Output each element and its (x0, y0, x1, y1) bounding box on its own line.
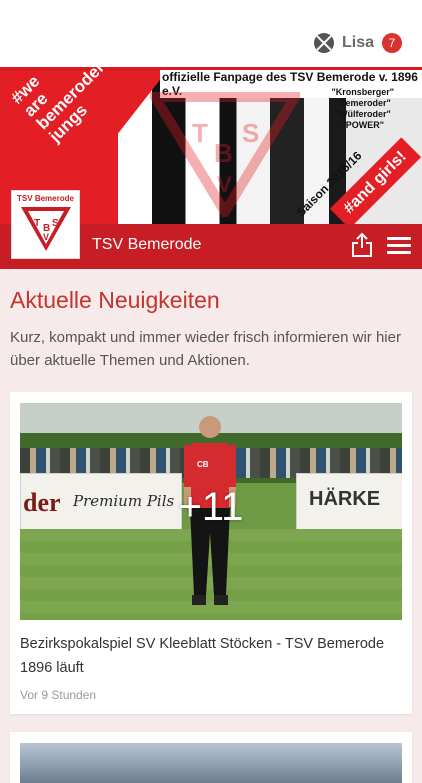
main-content: Aktuelle Neuigkeiten Kurz, kompakt und i… (0, 269, 422, 783)
menu-line (387, 244, 411, 247)
page-title: Aktuelle Neuigkeiten (10, 287, 220, 313)
crest-watermark-icon: T B S V (150, 92, 300, 217)
menu-line (387, 237, 411, 240)
news-card[interactable]: der Premium Pils HÄRKE CB +11 Bezirkspok… (10, 392, 412, 714)
crest-letter: V (43, 232, 49, 242)
quote-line: "Wülferoder" (334, 109, 391, 119)
svg-text:B: B (214, 138, 233, 168)
shirt-text: CB (197, 460, 209, 469)
quote-line: "POWER" (341, 120, 384, 130)
svg-text:V: V (217, 172, 232, 197)
user-area[interactable]: Lisa 7 (313, 33, 402, 53)
svg-text:T: T (192, 118, 208, 148)
share-icon[interactable] (350, 232, 374, 258)
crest-letter: T (34, 218, 40, 229)
intro-text: Kurz, kompakt und immer wieder frisch in… (10, 329, 401, 369)
quote-line: "Kronsberger" (331, 87, 394, 97)
quote-line: "Bemeroder" (334, 98, 391, 108)
news-time: Vor 9 Stunden (20, 688, 97, 702)
user-name[interactable]: Lisa (342, 34, 374, 52)
menu-line (387, 251, 411, 254)
club-logo[interactable]: TSV Bemerode T B S V (11, 190, 80, 259)
crest-letter: S (52, 218, 59, 229)
news-photo[interactable] (20, 743, 402, 783)
news-headline[interactable]: Bezirkspokalspiel SV Kleeblatt Stöcken -… (20, 632, 402, 680)
club-title[interactable]: TSV Bemerode (92, 236, 201, 254)
notification-badge[interactable]: 7 (382, 33, 402, 53)
app-logo-icon (313, 33, 334, 53)
news-photo[interactable]: der Premium Pils HÄRKE CB +11 (20, 403, 402, 620)
and-girls-tag: #and girls! (329, 137, 422, 224)
top-bar: Lisa 7 (0, 0, 422, 67)
club-crest-icon: T B S V (21, 207, 71, 251)
news-card[interactable] (10, 732, 412, 783)
hamburger-menu-icon[interactable] (387, 237, 411, 255)
banner-quotes: "Kronsberger" "Bemeroder" "Wülferoder" "… (331, 87, 394, 131)
svg-text:S: S (242, 118, 259, 148)
logo-label: TSV Bemerode (17, 194, 74, 203)
image-count: +11 (178, 485, 244, 529)
